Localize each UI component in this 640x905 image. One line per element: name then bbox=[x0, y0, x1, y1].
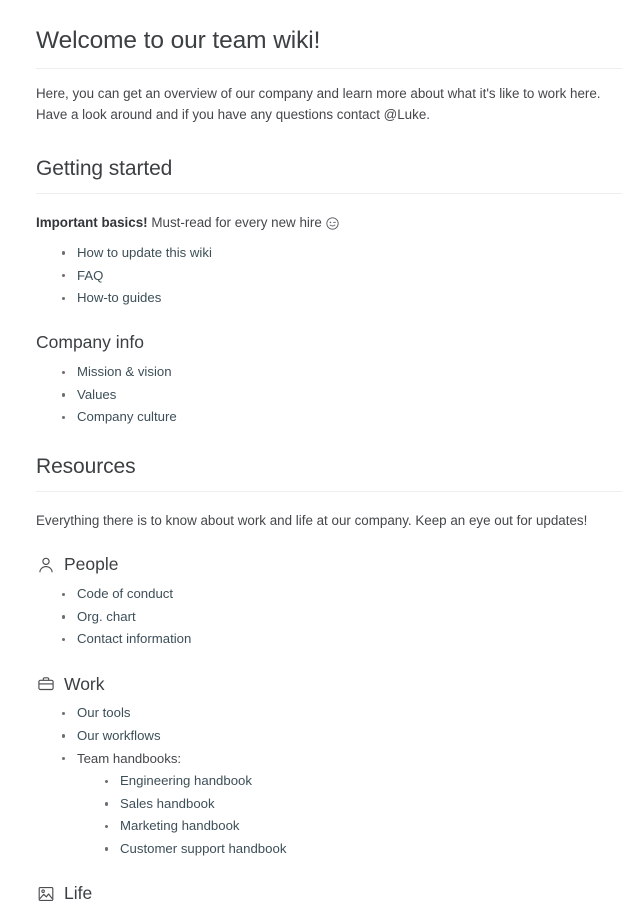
subsection-heading-company-info: Company info bbox=[36, 332, 144, 353]
wiki-link[interactable]: Our workflows bbox=[77, 728, 161, 743]
list-item: Marketing handbook bbox=[99, 819, 622, 832]
bullet-icon bbox=[62, 592, 66, 597]
wiki-link[interactable]: Code of conduct bbox=[77, 586, 173, 601]
people-link-list: Code of conduct Org. chart Contact infor… bbox=[36, 587, 622, 646]
wink-face-icon bbox=[325, 217, 339, 232]
subsection-label: People bbox=[64, 554, 119, 575]
getting-started-lead: Important basics! Must-read for every ne… bbox=[36, 212, 608, 234]
framed-picture-icon bbox=[36, 884, 55, 903]
wiki-link[interactable]: Marketing handbook bbox=[120, 818, 240, 833]
work-link-list: Our tools Our workflows Team handbooks: … bbox=[36, 706, 622, 855]
list-item: Customer support handbook bbox=[99, 842, 622, 855]
list-item: Our workflows bbox=[56, 729, 622, 742]
wiki-link[interactable]: Engineering handbook bbox=[120, 773, 252, 788]
list-item: How-to guides bbox=[56, 291, 622, 304]
bullet-icon bbox=[105, 779, 109, 784]
list-item: FAQ bbox=[56, 268, 622, 283]
section-heading-getting-started: Getting started bbox=[36, 156, 622, 195]
list-item: Company culture bbox=[56, 410, 622, 423]
section-heading-resources: Resources bbox=[36, 454, 622, 492]
intro-paragraph: Here, you can get an overview of our com… bbox=[36, 85, 601, 123]
company-info-link-list: Mission & vision Values Company culture bbox=[36, 365, 622, 423]
wiki-link[interactable]: Our tools bbox=[77, 705, 131, 720]
wiki-link[interactable]: How to update this wiki bbox=[77, 245, 212, 260]
wiki-link[interactable]: Org. chart bbox=[77, 609, 136, 624]
wiki-page: Welcome to our team wiki! Here, you can … bbox=[0, 0, 640, 905]
list-item: Sales handbook bbox=[99, 797, 622, 810]
bullet-icon bbox=[105, 847, 109, 851]
subsection-heading-people: People bbox=[36, 553, 622, 576]
list-item: Mission & vision bbox=[56, 365, 622, 378]
bullet-icon bbox=[62, 296, 66, 301]
bullet-icon bbox=[62, 615, 66, 619]
list-item: How to update this wiki bbox=[56, 246, 622, 259]
bullet-icon bbox=[62, 734, 66, 738]
wiki-link[interactable]: Values bbox=[77, 387, 116, 402]
wiki-link[interactable]: Contact information bbox=[77, 631, 191, 646]
lead-rest-text: Must-read for every new hire bbox=[147, 215, 326, 231]
wiki-link[interactable]: Company culture bbox=[77, 409, 177, 424]
list-item: Contact information bbox=[56, 631, 622, 646]
bullet-icon bbox=[105, 824, 109, 829]
bullet-icon bbox=[105, 802, 109, 806]
team-handbooks-link-list: Engineering handbook Sales handbook Mark… bbox=[77, 774, 622, 855]
person-bust-icon bbox=[36, 555, 55, 574]
bullet-icon bbox=[62, 711, 66, 716]
bullet-icon bbox=[62, 757, 66, 761]
bullet-icon bbox=[62, 393, 66, 397]
bullet-icon bbox=[62, 415, 66, 420]
list-item-group: Team handbooks: Engineering handbook Sal… bbox=[56, 750, 622, 856]
page-title: Welcome to our team wiki! bbox=[36, 26, 622, 69]
bullet-icon bbox=[62, 637, 66, 642]
list-item: Our tools bbox=[56, 706, 622, 719]
resources-intro: Everything there is to know about work a… bbox=[36, 512, 588, 528]
subsection-label: Work bbox=[64, 673, 105, 694]
wiki-link[interactable]: FAQ bbox=[77, 268, 103, 283]
list-item: Code of conduct bbox=[56, 587, 622, 600]
wiki-link[interactable]: How-to guides bbox=[77, 290, 161, 305]
bullet-icon bbox=[62, 251, 66, 255]
wiki-link[interactable]: Mission & vision bbox=[77, 364, 172, 379]
bullet-icon bbox=[62, 274, 66, 278]
list-item: Org. chart bbox=[56, 610, 622, 623]
list-item: Engineering handbook bbox=[99, 774, 622, 787]
subsection-label: Life bbox=[64, 883, 93, 904]
lead-strong-text: Important basics! bbox=[36, 215, 148, 231]
wiki-link[interactable]: Customer support handbook bbox=[120, 841, 286, 856]
team-handbooks-label: Team handbooks: bbox=[77, 750, 182, 766]
subsection-heading-work: Work bbox=[36, 673, 622, 696]
list-item: Values bbox=[56, 388, 622, 401]
bullet-icon bbox=[62, 370, 66, 375]
briefcase-icon bbox=[36, 674, 55, 693]
wiki-link[interactable]: Sales handbook bbox=[120, 796, 215, 811]
getting-started-link-list: How to update this wiki FAQ How-to guide… bbox=[36, 246, 622, 304]
subsection-heading-life: Life bbox=[36, 882, 622, 905]
